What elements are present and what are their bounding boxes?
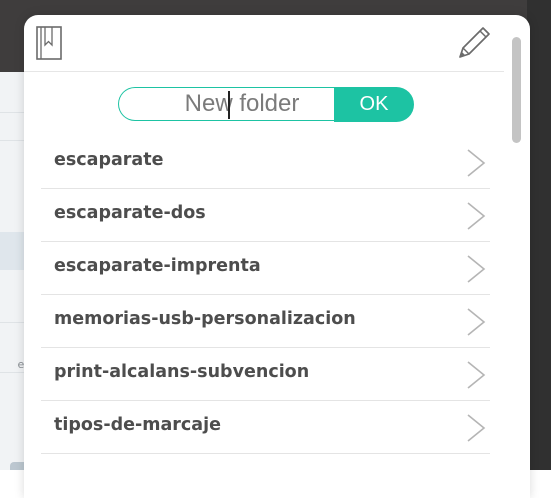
ok-button[interactable]: OK <box>334 87 414 122</box>
folder-list: escaparate escaparate-dos escaparate-imp… <box>41 136 490 454</box>
new-folder-form: OK <box>118 87 414 123</box>
folder-item[interactable]: escaparate-dos <box>41 189 490 242</box>
folder-name: print-alcalans-subvencion <box>54 362 310 382</box>
new-folder-input[interactable] <box>118 87 353 121</box>
folder-item[interactable]: tipos-de-marcaje <box>41 401 490 454</box>
folder-name: tipos-de-marcaje <box>54 415 221 435</box>
chevron-right-icon[interactable] <box>465 307 487 337</box>
scrollbar-track[interactable] <box>510 25 522 455</box>
pencil-icon[interactable] <box>452 21 496 65</box>
folder-item[interactable]: escaparate-imprenta <box>41 242 490 295</box>
background-right-edge <box>527 0 551 498</box>
bookmark-icon[interactable] <box>34 25 64 61</box>
folder-item[interactable]: escaparate <box>41 136 490 189</box>
screen: es OK <box>0 0 551 498</box>
folder-name: escaparate-dos <box>54 203 206 223</box>
folder-item[interactable]: print-alcalans-subvencion <box>41 348 490 401</box>
folder-picker-popup: OK escaparate escaparate-dos escaparate-… <box>24 15 530 498</box>
chevron-right-icon[interactable] <box>465 254 487 284</box>
popup-header <box>24 15 504 72</box>
folder-name: escaparate <box>54 150 164 170</box>
folder-name: memorias-usb-personalizacion <box>54 309 356 329</box>
text-caret <box>228 91 230 119</box>
folder-name: escaparate-imprenta <box>54 256 261 276</box>
chevron-right-icon[interactable] <box>465 201 487 231</box>
chevron-right-icon[interactable] <box>465 148 487 178</box>
folder-item[interactable]: memorias-usb-personalizacion <box>41 295 490 348</box>
chevron-right-icon[interactable] <box>465 360 487 390</box>
chevron-right-icon[interactable] <box>465 413 487 443</box>
scrollbar-thumb[interactable] <box>512 37 521 143</box>
